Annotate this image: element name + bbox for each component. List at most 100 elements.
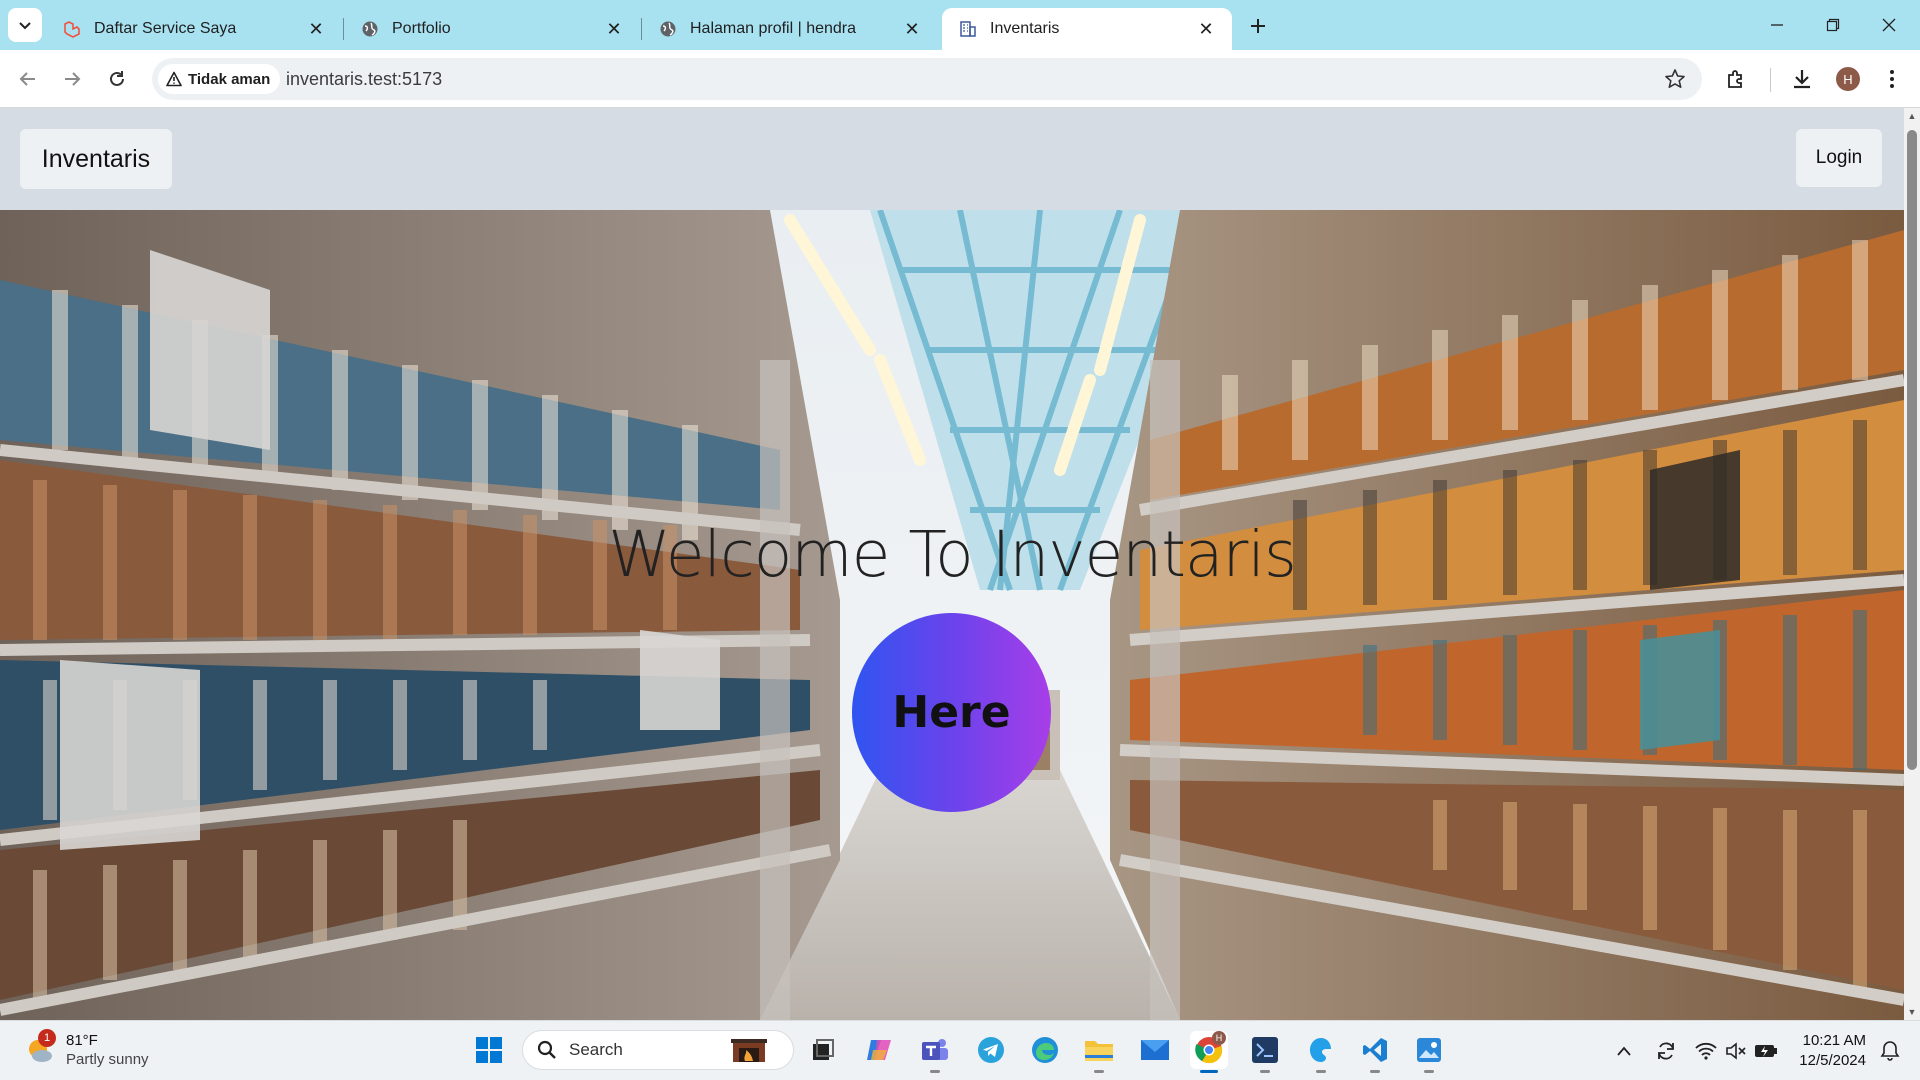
globe-icon xyxy=(658,19,678,39)
building-icon xyxy=(958,19,978,39)
security-chip[interactable]: Tidak aman xyxy=(158,64,281,94)
avatar: H xyxy=(1836,67,1860,91)
screen: Daftar Service Saya ✕ Portfolio ✕ Halama… xyxy=(0,0,1920,1080)
weather-alert-badge: 1 xyxy=(38,1029,56,1047)
download-icon xyxy=(1794,70,1810,89)
downloads-button[interactable] xyxy=(1786,63,1818,95)
arrow-left-icon xyxy=(19,72,35,86)
laravel-icon xyxy=(62,19,82,39)
forward-button[interactable] xyxy=(56,63,88,95)
login-button[interactable]: Login xyxy=(1796,129,1882,187)
puzzle-icon xyxy=(1728,70,1742,88)
start-button[interactable] xyxy=(470,1031,508,1069)
toolbar-divider xyxy=(1770,68,1771,92)
close-icon[interactable]: ✕ xyxy=(306,19,326,39)
tab-portfolio[interactable]: Portfolio ✕ xyxy=(344,8,640,50)
extensions-button[interactable] xyxy=(1720,63,1752,95)
brand-logo[interactable]: Inventaris xyxy=(20,129,172,189)
teams-button[interactable] xyxy=(916,1031,954,1073)
volume-tray-button[interactable] xyxy=(1724,1039,1748,1063)
vscode-button[interactable] xyxy=(1356,1031,1394,1073)
reload-button[interactable] xyxy=(101,63,133,95)
search-icon xyxy=(537,1040,556,1059)
bookmark-star-icon[interactable] xyxy=(1664,68,1686,90)
copilot-icon xyxy=(867,1040,891,1060)
sync-tray-button[interactable] xyxy=(1654,1039,1678,1063)
app-button[interactable] xyxy=(1246,1031,1284,1073)
copilot-button[interactable] xyxy=(860,1031,898,1069)
scroll-up-arrow-icon[interactable]: ▲ xyxy=(1907,110,1917,122)
restore-button[interactable] xyxy=(1818,12,1848,38)
minimize-icon xyxy=(1771,24,1783,26)
hero-title: Welcome To Inventaris xyxy=(608,518,1297,591)
battery-charging-icon xyxy=(1755,1045,1777,1057)
more-vertical-icon xyxy=(1890,70,1894,88)
mail-button[interactable] xyxy=(1136,1031,1174,1069)
telegram-icon xyxy=(978,1037,1004,1063)
notifications-button[interactable] xyxy=(1878,1039,1902,1063)
browser-tab-strip: Daftar Service Saya ✕ Portfolio ✕ Halama… xyxy=(0,0,1920,50)
system-clock[interactable]: 10:21 AM 12/5/2024 xyxy=(1790,1031,1866,1071)
menu-button[interactable] xyxy=(1876,63,1908,95)
tab-daftar-service[interactable]: Daftar Service Saya ✕ xyxy=(46,8,342,50)
weather-widget[interactable]: 1 81°F Partly sunny xyxy=(24,1029,149,1069)
notification-bell-icon xyxy=(1880,1041,1900,1061)
show-hidden-icons-button[interactable] xyxy=(1612,1039,1636,1063)
scroll-down-arrow-icon[interactable]: ▼ xyxy=(1907,1006,1917,1018)
edge-button[interactable] xyxy=(1026,1031,1064,1069)
site-navbar: Inventaris Login xyxy=(0,108,1904,210)
url-text[interactable]: inventaris.test:5173 xyxy=(286,69,442,90)
tab-halaman-profil[interactable]: Halaman profil | hendra ✕ xyxy=(642,8,938,50)
back-button[interactable] xyxy=(12,63,44,95)
blue-app-icon xyxy=(1310,1038,1331,1062)
clock-date: 12/5/2024 xyxy=(1799,1052,1866,1069)
chrome-button[interactable]: H xyxy=(1190,1031,1228,1073)
restore-icon xyxy=(1826,18,1840,32)
close-icon[interactable]: ✕ xyxy=(1196,19,1216,39)
edge-icon xyxy=(1032,1037,1058,1063)
running-indicator xyxy=(930,1070,940,1073)
running-indicator xyxy=(1260,1070,1270,1073)
wifi-icon xyxy=(1695,1042,1717,1060)
battery-tray-button[interactable] xyxy=(1754,1039,1778,1063)
address-bar[interactable]: Tidak aman inventaris.test:5173 xyxy=(152,58,1702,100)
photos-button[interactable] xyxy=(1410,1031,1448,1073)
vscode-icon xyxy=(1363,1038,1387,1062)
terminal-app-icon xyxy=(1252,1037,1278,1063)
close-icon[interactable]: ✕ xyxy=(604,19,624,39)
running-indicator xyxy=(1424,1070,1434,1073)
plus-icon xyxy=(1251,19,1265,33)
file-explorer-button[interactable] xyxy=(1080,1031,1118,1073)
tab-inventaris[interactable]: Inventaris ✕ xyxy=(942,8,1232,50)
weather-temp: 81°F xyxy=(66,1032,98,1049)
here-cta-button[interactable]: Here xyxy=(852,613,1051,812)
running-indicator xyxy=(1200,1070,1218,1073)
running-indicator xyxy=(1316,1070,1326,1073)
new-tab-button[interactable] xyxy=(1244,12,1272,40)
arrow-right-icon xyxy=(65,72,81,86)
tab-title: Inventaris xyxy=(990,20,1060,37)
profile-button[interactable]: H xyxy=(1832,63,1864,95)
tab-title: Daftar Service Saya xyxy=(94,20,237,37)
scrollbar-thumb[interactable] xyxy=(1907,130,1917,770)
weather-desc: Partly sunny xyxy=(66,1051,149,1068)
network-tray-button[interactable] xyxy=(1694,1039,1718,1063)
search-placeholder: Search xyxy=(569,1040,623,1059)
close-window-button[interactable] xyxy=(1874,12,1904,38)
clock-time: 10:21 AM xyxy=(1802,1032,1866,1049)
minimize-button[interactable] xyxy=(1762,12,1792,38)
taskbar-search[interactable]: Search xyxy=(522,1030,794,1070)
hero-section: Welcome To Inventaris Here xyxy=(0,210,1904,1020)
page-scrollbar[interactable]: ▲ ▼ xyxy=(1904,108,1920,1020)
folder-icon xyxy=(1085,1041,1113,1061)
task-view-button[interactable] xyxy=(804,1031,842,1069)
app-button[interactable] xyxy=(1302,1031,1340,1073)
close-icon[interactable]: ✕ xyxy=(902,19,922,39)
warning-icon xyxy=(166,71,182,87)
tab-search-button[interactable] xyxy=(8,8,42,42)
running-indicator xyxy=(1094,1070,1104,1073)
browser-toolbar: Tidak aman inventaris.test:5173 H xyxy=(0,50,1920,108)
telegram-button[interactable] xyxy=(972,1031,1010,1069)
running-indicator xyxy=(1370,1070,1380,1073)
mail-icon xyxy=(1141,1040,1169,1060)
